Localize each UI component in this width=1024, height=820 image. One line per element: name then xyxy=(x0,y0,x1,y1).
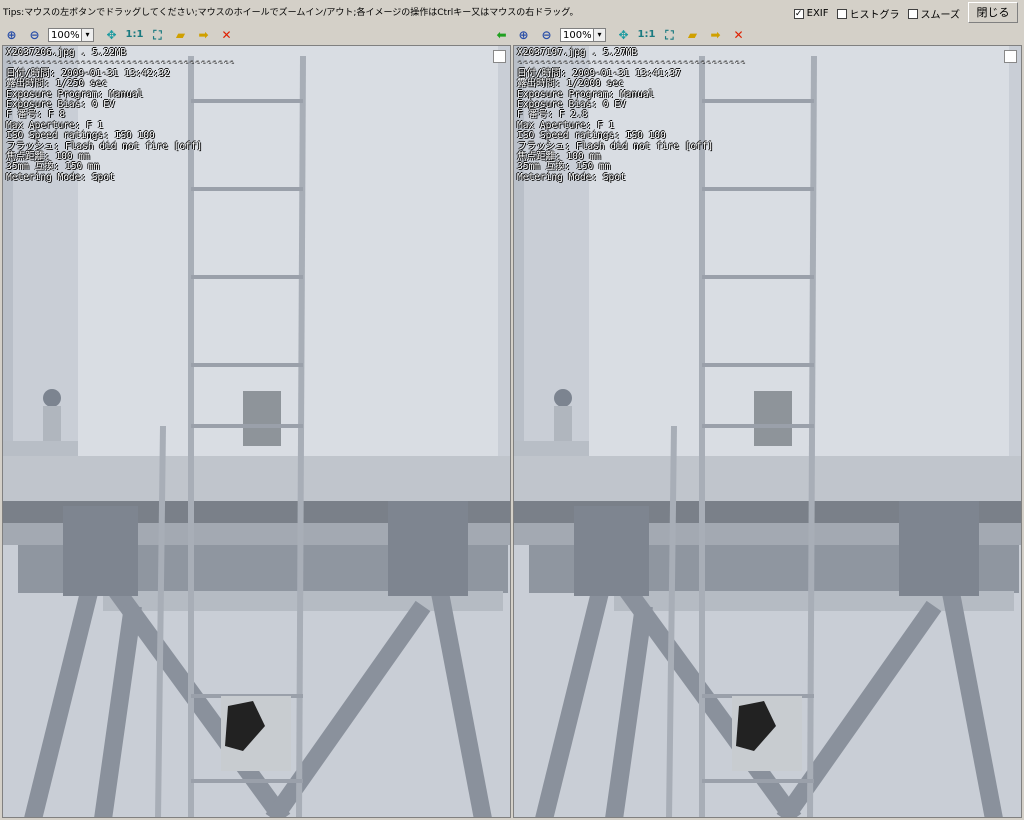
file-size: 5.27MB xyxy=(602,47,638,58)
exif-line: 35mm 互換: 150 mm xyxy=(6,161,100,173)
exif-line: 35mm 互換: 150 mm xyxy=(517,161,611,173)
exif-overlay: X2037206.jpg . 5.22MB ------------------… xyxy=(6,47,235,183)
exif-line: Exposure Program: Manual xyxy=(517,88,655,100)
exif-line: 露出時間: 1/250 sec xyxy=(6,78,107,90)
next-file-icon[interactable]: ➡ xyxy=(704,27,727,43)
delete-icon[interactable]: ✕ xyxy=(215,27,238,43)
sync-arrow-icon[interactable]: ⬅ xyxy=(490,27,513,43)
right-toolbar: ⊕ ⊖ 100% ▾ ✥ 1:1 ⛶ ▰ ➡ ✕ xyxy=(512,26,750,44)
exif-line: ISO Speed ratings: ISO 100 xyxy=(6,130,155,142)
file-name: X2037197.jpg xyxy=(517,47,586,58)
delete-icon[interactable]: ✕ xyxy=(727,27,750,43)
exif-line: フラッシュ: Flash did not fire [off] xyxy=(517,140,714,152)
exif-line: Exposure Program: Manual xyxy=(6,88,144,100)
select-checkbox[interactable] xyxy=(1004,50,1017,63)
fit-window-icon[interactable]: ⛶ xyxy=(146,27,169,43)
exif-line: フラッシュ: Flash did not fire [off] xyxy=(6,140,203,152)
tips-text: Tips:マウスの左ボタンでドラッグしてください;マウスのホイールでズームイン/… xyxy=(3,8,579,18)
exif-line: F 番号: F 8 xyxy=(6,109,66,121)
fit-center-icon[interactable]: ✥ xyxy=(100,27,123,43)
zoom-select[interactable]: 100% ▾ xyxy=(560,28,606,42)
chevron-down-icon: ▾ xyxy=(81,29,93,41)
zoom-in-icon[interactable]: ⊕ xyxy=(512,27,535,43)
file-name: X2037206.jpg xyxy=(6,47,75,58)
open-folder-icon[interactable]: ▰ xyxy=(681,27,704,43)
open-folder-icon[interactable]: ▰ xyxy=(169,27,192,43)
chevron-down-icon: ▾ xyxy=(593,29,605,41)
zoom-out-icon[interactable]: ⊖ xyxy=(535,27,558,43)
separator: ---------------------------------------- xyxy=(6,57,235,69)
top-bar: Tips:マウスの左ボタンでドラッグしてください;マウスのホイールでズームイン/… xyxy=(0,0,1024,25)
zoom-in-icon[interactable]: ⊕ xyxy=(0,27,23,43)
exif-line: Metering Mode: Spot xyxy=(517,171,626,183)
smooth-checkbox[interactable]: スムーズ xyxy=(907,6,960,21)
left-toolbar: ⊕ ⊖ 100% ▾ ✥ 1:1 ⛶ ▰ ➡ ✕ xyxy=(0,26,238,44)
exif-overlay: X2037197.jpg . 5.27MB ------------------… xyxy=(517,47,746,183)
next-file-icon[interactable]: ➡ xyxy=(192,27,215,43)
right-image-panel[interactable]: X2037197.jpg . 5.27MB ------------------… xyxy=(513,45,1022,818)
zoom-select[interactable]: 100% ▾ xyxy=(48,28,94,42)
exif-line: Max Aperture: F 1 xyxy=(517,119,615,131)
select-checkbox[interactable] xyxy=(493,50,506,63)
zoom-out-icon[interactable]: ⊖ xyxy=(23,27,46,43)
actual-size-button[interactable]: 1:1 xyxy=(123,27,146,43)
exif-checkbox[interactable]: ✓ EXIF xyxy=(793,8,829,19)
exif-line: Metering Mode: Spot xyxy=(6,171,115,183)
exif-line: ISO Speed ratings: ISO 100 xyxy=(517,130,666,142)
left-image-panel[interactable]: X2037206.jpg . 5.22MB ------------------… xyxy=(2,45,511,818)
fit-center-icon[interactable]: ✥ xyxy=(612,27,635,43)
close-button[interactable]: 閉じる xyxy=(968,2,1018,23)
actual-size-button[interactable]: 1:1 xyxy=(635,27,658,43)
histogram-checkbox[interactable]: ヒストグラ xyxy=(836,6,900,21)
fit-window-icon[interactable]: ⛶ xyxy=(658,27,681,43)
exif-line: 露出時間: 1/2000 sec xyxy=(517,78,624,90)
exif-line: F 番号: F 2.8 xyxy=(517,109,588,121)
file-size: 5.22MB xyxy=(91,47,127,58)
exif-line: Max Aperture: F 1 xyxy=(6,119,104,131)
separator: ---------------------------------------- xyxy=(517,57,746,69)
